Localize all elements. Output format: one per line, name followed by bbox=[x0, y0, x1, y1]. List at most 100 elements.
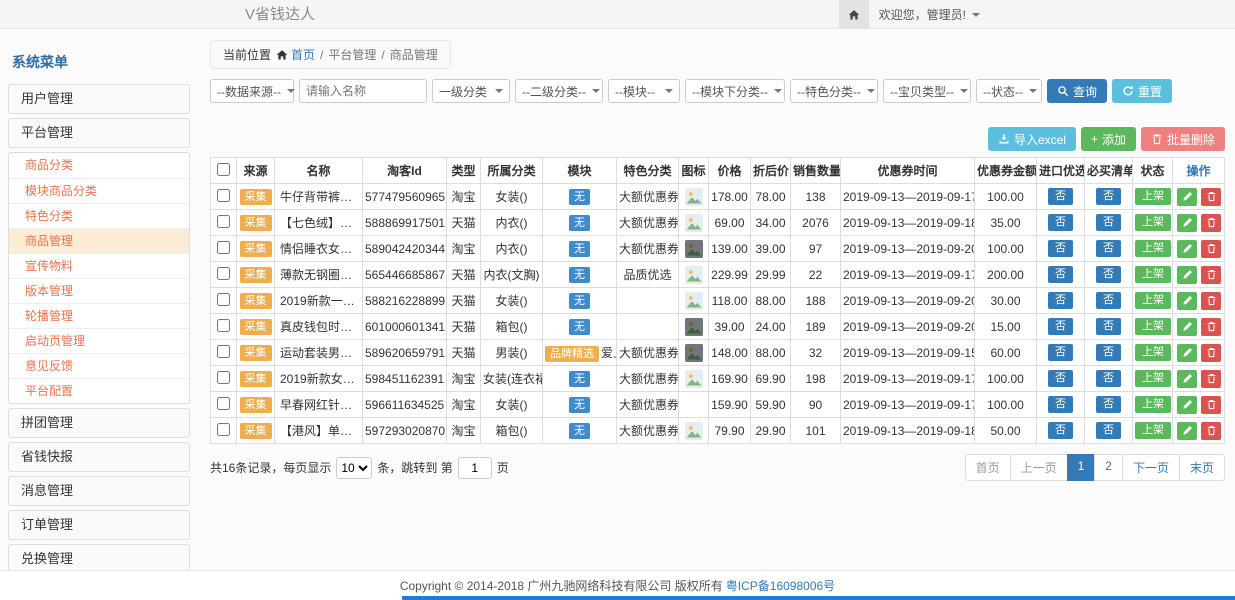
home-button[interactable] bbox=[839, 0, 869, 29]
sidebar-item-order[interactable]: 订单管理 bbox=[8, 510, 190, 540]
module-sub-select[interactable]: --模块下分类-- bbox=[685, 79, 785, 103]
sidebar-item-platform-config[interactable]: 平台配置 bbox=[9, 378, 189, 403]
delete-button[interactable] bbox=[1201, 370, 1221, 388]
sidebar-item-version[interactable]: 版本管理 bbox=[9, 278, 189, 303]
imported-toggle[interactable]: 否 bbox=[1048, 266, 1073, 283]
row-checkbox[interactable] bbox=[217, 319, 230, 332]
status-button[interactable]: 上架 bbox=[1135, 396, 1171, 413]
prev-page-button[interactable]: 上一页 bbox=[1010, 454, 1068, 481]
status-button[interactable]: 上架 bbox=[1135, 240, 1171, 257]
sidebar-item-users[interactable]: 用户管理 bbox=[8, 84, 190, 114]
row-checkbox[interactable] bbox=[217, 241, 230, 254]
page-2-button[interactable]: 2 bbox=[1094, 454, 1123, 481]
imported-toggle[interactable]: 否 bbox=[1048, 344, 1073, 361]
edit-button[interactable] bbox=[1177, 344, 1197, 362]
data-source-select[interactable]: --数据来源-- bbox=[210, 79, 294, 103]
must-buy-toggle[interactable]: 否 bbox=[1096, 188, 1121, 205]
sidebar-item-promo-material[interactable]: 宣传物料 bbox=[9, 253, 189, 278]
edit-button[interactable] bbox=[1177, 318, 1197, 336]
status-button[interactable]: 上架 bbox=[1135, 422, 1171, 439]
status-button[interactable]: 上架 bbox=[1135, 318, 1171, 335]
sidebar-item-splash-page[interactable]: 启动页管理 bbox=[9, 328, 189, 353]
page-1-button[interactable]: 1 bbox=[1067, 454, 1096, 481]
sidebar-item-product-category[interactable]: 商品分类 bbox=[9, 153, 189, 178]
select-all-checkbox[interactable] bbox=[217, 163, 230, 176]
last-page-button[interactable]: 末页 bbox=[1179, 454, 1225, 481]
edit-button[interactable] bbox=[1177, 240, 1197, 258]
imported-toggle[interactable]: 否 bbox=[1048, 292, 1073, 309]
edit-button[interactable] bbox=[1177, 214, 1197, 232]
edit-button[interactable] bbox=[1177, 370, 1197, 388]
must-buy-toggle[interactable]: 否 bbox=[1096, 292, 1121, 309]
delete-button[interactable] bbox=[1201, 214, 1221, 232]
user-menu[interactable]: 欢迎您，管理员! bbox=[869, 6, 990, 23]
imported-toggle[interactable]: 否 bbox=[1048, 188, 1073, 205]
sidebar-item-carousel[interactable]: 轮播管理 bbox=[9, 303, 189, 328]
must-buy-toggle[interactable]: 否 bbox=[1096, 344, 1121, 361]
sidebar-item-feedback[interactable]: 意见反馈 bbox=[9, 353, 189, 378]
status-button[interactable]: 上架 bbox=[1135, 344, 1171, 361]
imported-toggle[interactable]: 否 bbox=[1048, 370, 1073, 387]
breadcrumb-home-link[interactable]: 首页 bbox=[276, 46, 315, 63]
must-buy-toggle[interactable]: 否 bbox=[1096, 370, 1121, 387]
must-buy-toggle[interactable]: 否 bbox=[1096, 318, 1121, 335]
sidebar-item-product-management[interactable]: 商品管理 bbox=[9, 228, 189, 253]
add-button[interactable]: +添加 bbox=[1081, 127, 1136, 151]
module-select[interactable]: --模块-- bbox=[608, 79, 680, 103]
imported-toggle[interactable]: 否 bbox=[1048, 240, 1073, 257]
delete-button[interactable] bbox=[1201, 318, 1221, 336]
delete-button[interactable] bbox=[1201, 344, 1221, 362]
delete-button[interactable] bbox=[1201, 188, 1221, 206]
imported-toggle[interactable]: 否 bbox=[1048, 422, 1073, 439]
sidebar-item-platform[interactable]: 平台管理 bbox=[8, 118, 190, 148]
edit-button[interactable] bbox=[1177, 292, 1197, 310]
delete-button[interactable] bbox=[1201, 422, 1221, 440]
imported-toggle[interactable]: 否 bbox=[1048, 396, 1073, 413]
row-checkbox[interactable] bbox=[217, 293, 230, 306]
status-button[interactable]: 上架 bbox=[1135, 370, 1171, 387]
status-button[interactable]: 上架 bbox=[1135, 188, 1171, 205]
delete-button[interactable] bbox=[1201, 266, 1221, 284]
jump-page-input[interactable] bbox=[458, 457, 492, 479]
sidebar-item-module-product-category[interactable]: 模块商品分类 bbox=[9, 178, 189, 203]
sidebar-item-message[interactable]: 消息管理 bbox=[8, 476, 190, 506]
category1-select[interactable]: 一级分类 bbox=[432, 79, 510, 103]
must-buy-toggle[interactable]: 否 bbox=[1096, 240, 1121, 257]
row-checkbox[interactable] bbox=[217, 397, 230, 410]
page-size-select[interactable]: 10 bbox=[336, 457, 372, 479]
sidebar-item-groupbuy[interactable]: 拼团管理 bbox=[8, 408, 190, 438]
row-checkbox[interactable] bbox=[217, 345, 230, 358]
row-checkbox[interactable] bbox=[217, 423, 230, 436]
goods-type-select[interactable]: --宝贝类型-- bbox=[883, 79, 971, 103]
status-button[interactable]: 上架 bbox=[1135, 292, 1171, 309]
name-search-input[interactable] bbox=[299, 79, 427, 103]
category2-select[interactable]: --二级分类-- bbox=[515, 79, 603, 103]
sidebar-item-feature-category[interactable]: 特色分类 bbox=[9, 203, 189, 228]
edit-button[interactable] bbox=[1177, 422, 1197, 440]
imported-toggle[interactable]: 否 bbox=[1048, 214, 1073, 231]
status-select[interactable]: --状态-- bbox=[976, 79, 1042, 103]
delete-button[interactable] bbox=[1201, 396, 1221, 414]
edit-button[interactable] bbox=[1177, 396, 1197, 414]
import-excel-button[interactable]: 导入excel bbox=[988, 127, 1076, 151]
status-button[interactable]: 上架 bbox=[1135, 214, 1171, 231]
edit-button[interactable] bbox=[1177, 266, 1197, 284]
feature-category-select[interactable]: --特色分类-- bbox=[790, 79, 878, 103]
must-buy-toggle[interactable]: 否 bbox=[1096, 266, 1121, 283]
row-checkbox[interactable] bbox=[217, 267, 230, 280]
batch-delete-button[interactable]: 批量删除 bbox=[1141, 127, 1225, 151]
imported-toggle[interactable]: 否 bbox=[1048, 318, 1073, 335]
icp-link[interactable]: 粤ICP备16098006号 bbox=[726, 577, 835, 594]
sidebar-item-express[interactable]: 省钱快报 bbox=[8, 442, 190, 472]
must-buy-toggle[interactable]: 否 bbox=[1096, 422, 1121, 439]
row-checkbox[interactable] bbox=[217, 215, 230, 228]
row-checkbox[interactable] bbox=[217, 371, 230, 384]
reset-button[interactable]: 重置 bbox=[1112, 79, 1172, 103]
status-button[interactable]: 上架 bbox=[1135, 266, 1171, 283]
first-page-button[interactable]: 首页 bbox=[965, 454, 1011, 481]
search-button[interactable]: 查询 bbox=[1047, 79, 1107, 103]
must-buy-toggle[interactable]: 否 bbox=[1096, 396, 1121, 413]
must-buy-toggle[interactable]: 否 bbox=[1096, 214, 1121, 231]
row-checkbox[interactable] bbox=[217, 189, 230, 202]
edit-button[interactable] bbox=[1177, 188, 1197, 206]
